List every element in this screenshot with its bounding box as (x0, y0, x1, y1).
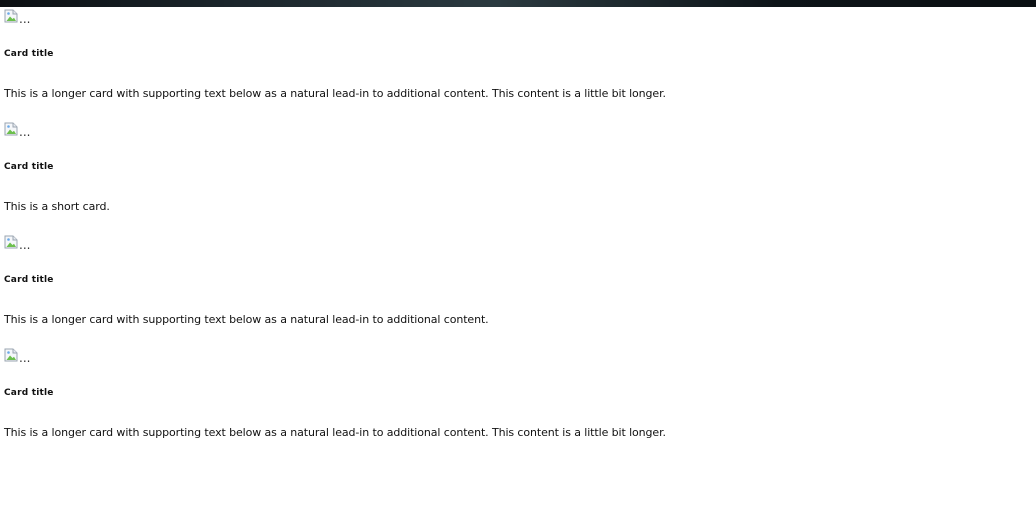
card-image: ... (4, 233, 704, 252)
card-title: Card title (4, 275, 54, 285)
broken-image-icon (4, 9, 18, 23)
card-text: This is a longer card with supporting te… (4, 313, 489, 326)
card-title: Card title (4, 49, 54, 59)
broken-image-icon (4, 348, 18, 362)
broken-image-icon (4, 235, 18, 249)
card-text: This is a longer card with supporting te… (4, 426, 666, 439)
broken-image-icon (4, 122, 18, 136)
card-title: Card title (4, 388, 54, 398)
card-title: Card title (4, 162, 54, 172)
card-image-alt-text: ... (19, 125, 31, 139)
card-image-alt-text: ... (19, 238, 31, 252)
card-text: This is a longer card with supporting te… (4, 87, 666, 100)
card-text: This is a short card. (4, 200, 110, 213)
card-image-alt-text: ... (19, 12, 31, 26)
card: ... Card title This is a longer card wit… (4, 7, 704, 100)
card-image-alt-text: ... (19, 351, 31, 365)
card-list: ... Card title This is a longer card wit… (0, 0, 1036, 508)
card-image: ... (4, 120, 704, 139)
card: ... Card title This is a short card. (4, 120, 704, 213)
card: ... Card title This is a longer card wit… (4, 233, 704, 326)
card: ... Card title This is a longer card wit… (4, 346, 704, 439)
card-image: ... (4, 7, 704, 26)
card-image: ... (4, 346, 704, 365)
